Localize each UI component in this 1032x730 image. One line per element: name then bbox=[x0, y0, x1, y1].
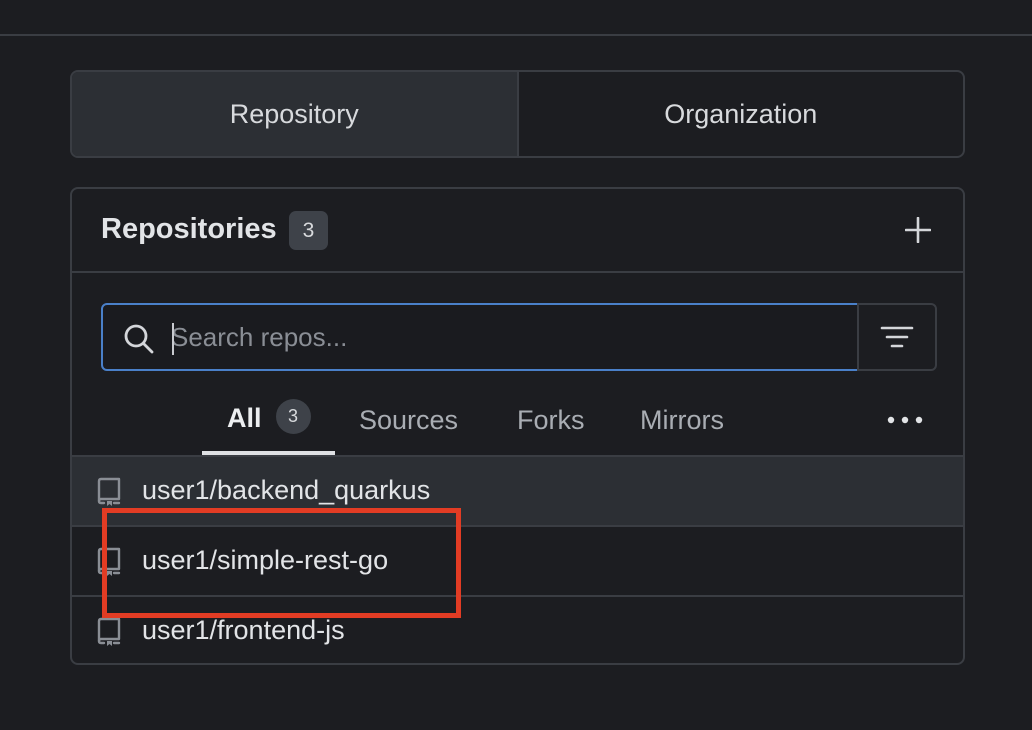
filter-button[interactable] bbox=[857, 303, 937, 371]
search-icon bbox=[124, 324, 154, 354]
tab-all-count: 3 bbox=[275, 398, 311, 434]
search-input[interactable] bbox=[171, 315, 831, 359]
tab-sources[interactable]: Sources bbox=[359, 385, 458, 455]
switch-organization[interactable]: Organization bbox=[519, 72, 964, 156]
repo-icon bbox=[97, 477, 121, 506]
tab-all-label: All bbox=[227, 402, 262, 433]
search-box[interactable] bbox=[101, 303, 859, 371]
panel-header: Repositories 3 bbox=[72, 189, 963, 273]
panel-title: Repositories bbox=[101, 213, 277, 245]
search-row bbox=[101, 303, 937, 371]
tab-mirrors[interactable]: Mirrors bbox=[640, 385, 724, 455]
repo-list: user1/backend_quarkus user1/simple-rest-… bbox=[72, 455, 963, 663]
scope-switch: Repository Organization bbox=[70, 70, 965, 158]
repo-type-tabs: All 3 Sources Forks Mirrors bbox=[72, 385, 963, 455]
top-divider bbox=[0, 0, 1032, 36]
repo-name: user1/frontend-js bbox=[142, 615, 345, 645]
tab-all[interactable]: All 3 bbox=[202, 385, 335, 455]
add-repository-button[interactable] bbox=[901, 213, 935, 247]
filter-icon bbox=[880, 326, 914, 348]
repo-name: user1/simple-rest-go bbox=[142, 545, 389, 575]
repo-row-backend-quarkus[interactable]: user1/backend_quarkus bbox=[72, 457, 963, 527]
repo-icon bbox=[97, 617, 121, 646]
repo-icon bbox=[97, 547, 121, 576]
repo-count-badge: 3 bbox=[289, 211, 328, 250]
repo-row-frontend-js[interactable]: user1/frontend-js bbox=[72, 597, 963, 663]
plus-icon bbox=[905, 217, 931, 243]
text-caret bbox=[172, 323, 174, 355]
kebab-horizontal-icon bbox=[887, 416, 923, 424]
repo-row-simple-rest-go[interactable]: user1/simple-rest-go bbox=[72, 527, 963, 597]
switch-repository[interactable]: Repository bbox=[72, 72, 519, 156]
repo-name: user1/backend_quarkus bbox=[142, 475, 431, 505]
tab-forks[interactable]: Forks bbox=[517, 385, 585, 455]
more-tabs-button[interactable] bbox=[882, 403, 928, 437]
repositories-panel: Repositories 3 All bbox=[70, 187, 965, 665]
